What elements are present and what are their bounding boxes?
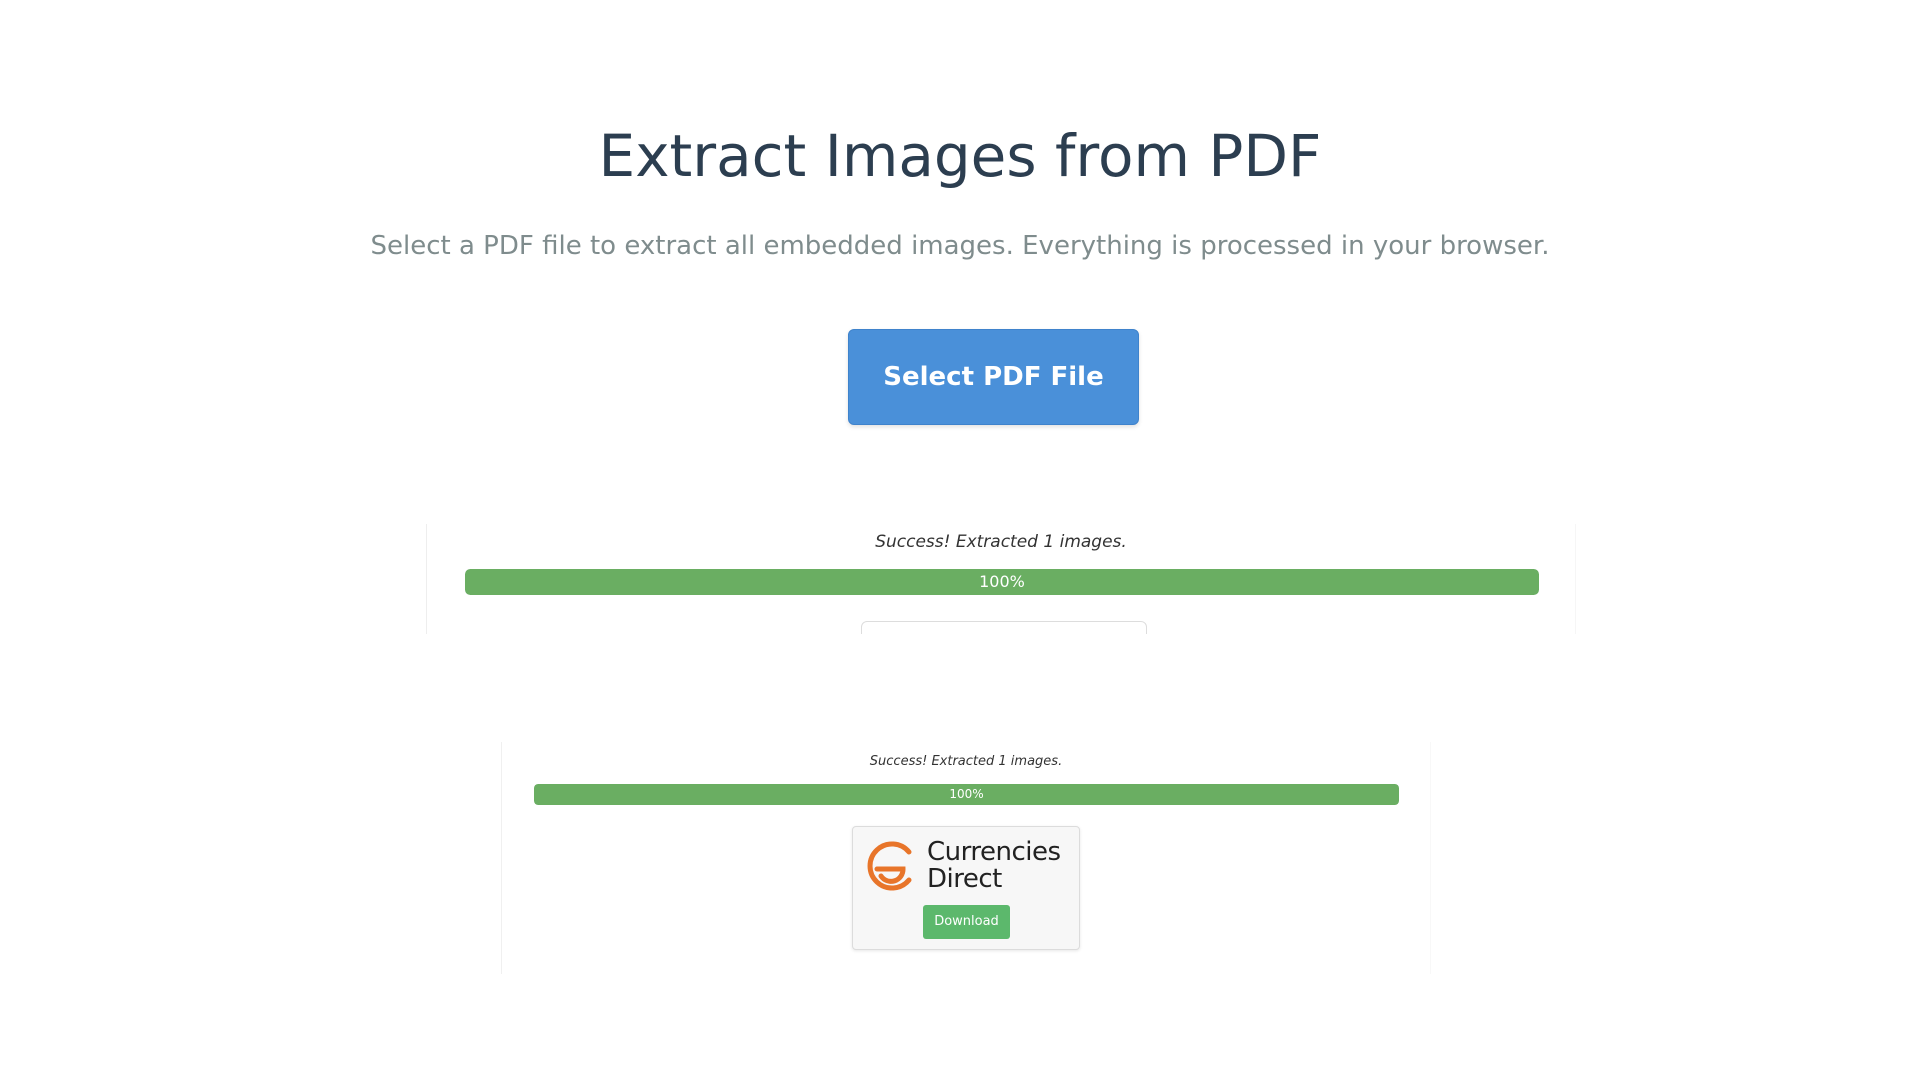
logo-line-1: Currencies xyxy=(927,837,1061,867)
page-title: Extract Images from PDF xyxy=(598,122,1322,190)
progress-bar: 100% xyxy=(534,784,1399,805)
progress-fill: 100% xyxy=(534,784,1399,805)
logo-wordmark: Currencies Direct xyxy=(927,839,1061,893)
select-pdf-button[interactable]: Select PDF File xyxy=(848,329,1139,425)
logo-line-2: Direct xyxy=(927,864,1002,894)
image-card-partial xyxy=(861,621,1147,634)
result-panel-top: Success! Extracted 1 images. 100% xyxy=(426,524,1576,634)
result-panel-bottom: Success! Extracted 1 images. 100% Curren… xyxy=(501,742,1431,974)
extracted-image-card: Currencies Direct Download xyxy=(852,826,1080,950)
progress-fill: 100% xyxy=(465,569,1539,595)
currencies-direct-logo: Currencies Direct xyxy=(863,837,1069,895)
currencies-direct-logo-mark xyxy=(867,841,912,891)
download-button[interactable]: Download xyxy=(923,905,1010,939)
progress-bar: 100% xyxy=(465,569,1539,595)
page: Extract Images from PDF Select a PDF fil… xyxy=(0,0,1920,1080)
status-message: Success! Extracted 1 images. xyxy=(875,532,1127,552)
status-message: Success! Extracted 1 images. xyxy=(869,754,1063,769)
page-subtitle: Select a PDF file to extract all embedde… xyxy=(370,231,1550,261)
